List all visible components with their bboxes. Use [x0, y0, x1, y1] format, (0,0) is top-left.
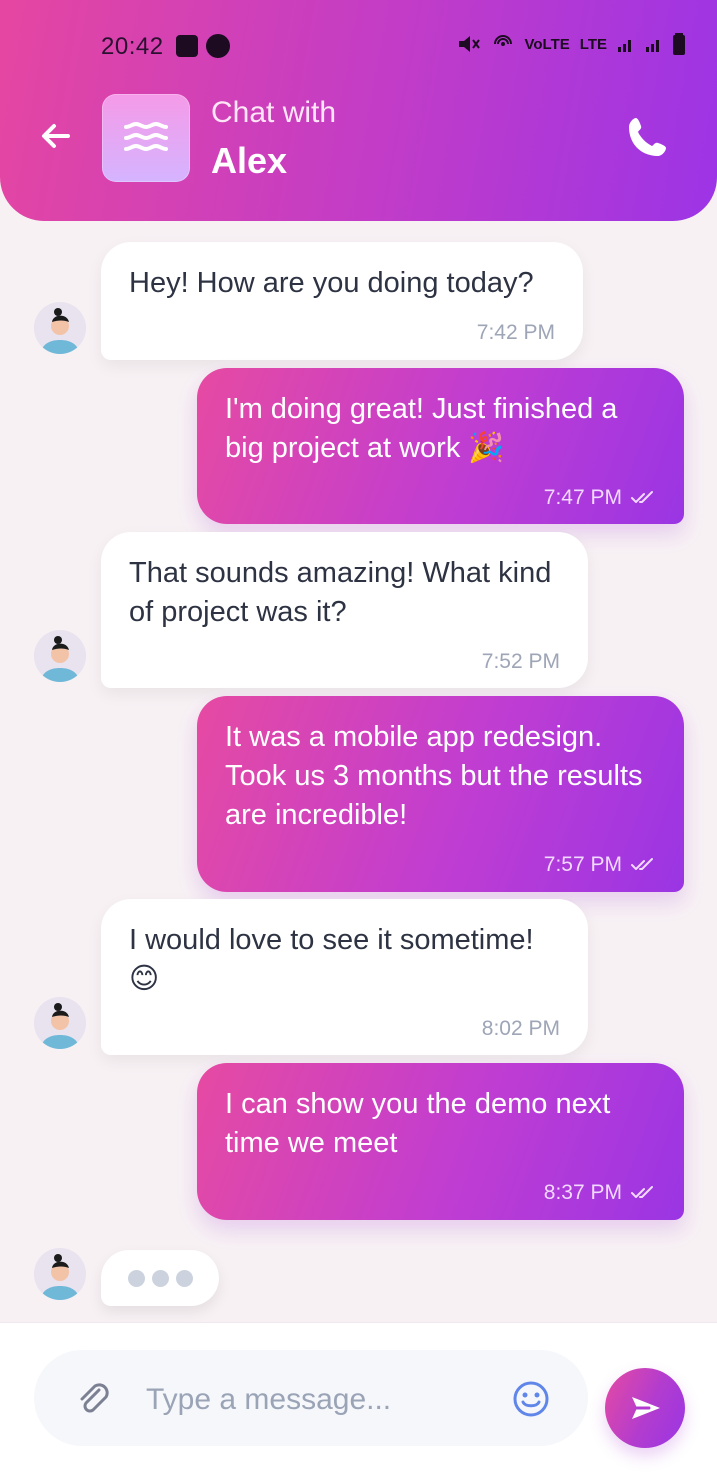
- chat-screen: 20:42 VoLTE LTE Chat with Alex Hey! How …: [0, 0, 717, 1472]
- status-icons-right: VoLTE LTE: [457, 33, 685, 55]
- typing-dot: [175, 1269, 193, 1287]
- paperclip-icon: [80, 1383, 109, 1413]
- signal-bars-icon: [618, 40, 631, 52]
- message-bubble-incoming: That sounds amazing! What kind of projec…: [101, 532, 588, 688]
- battery-icon: [673, 33, 685, 55]
- send-button[interactable]: [605, 1368, 685, 1448]
- chat-header: 20:42 VoLTE LTE Chat with Alex: [0, 0, 717, 221]
- message-time: 7:52 PM: [481, 650, 560, 673]
- typing-dot: [151, 1269, 169, 1287]
- message-bubble-outgoing: I'm doing great! Just finished a big pro…: [197, 368, 684, 524]
- message-time-row: 8:37 PM: [225, 1181, 656, 1205]
- lte-label: LTE: [579, 35, 607, 53]
- message-time: 8:02 PM: [481, 1017, 560, 1040]
- back-button[interactable]: [36, 116, 76, 156]
- send-icon: [632, 1397, 660, 1419]
- message-time: 7:57 PM: [543, 853, 622, 876]
- signal-bars-icon-2: [646, 40, 659, 52]
- double-check-icon: [631, 1186, 653, 1198]
- message-bubble-incoming: Hey! How are you doing today? 7:42 PM: [101, 242, 583, 360]
- message-time: 7:47 PM: [543, 486, 622, 509]
- message-time-row: 7:57 PM: [225, 853, 656, 877]
- message-text: Hey! How are you doing today?: [129, 267, 534, 299]
- smiley-icon: [513, 1381, 549, 1417]
- message-bubble-outgoing: I can show you the demo next time we mee…: [197, 1063, 684, 1220]
- message-text: I would love to see it sometime! 😊: [129, 924, 534, 995]
- phone-icon: [629, 118, 666, 156]
- message-text: It was a mobile app redesign. Took us 3 …: [225, 721, 643, 831]
- chat-subtitle: Chat with: [211, 96, 337, 129]
- contact-avatar: [34, 630, 86, 682]
- message-text: I'm doing great! Just finished a big pro…: [225, 393, 618, 464]
- message-input[interactable]: [144, 1378, 484, 1422]
- avatar-person-icon: [34, 1248, 86, 1300]
- avatar-person-icon: [34, 630, 86, 682]
- message-bubble-outgoing: It was a mobile app redesign. Took us 3 …: [197, 696, 684, 892]
- double-check-icon: [631, 858, 653, 870]
- avatar-person-icon: [34, 302, 86, 354]
- message-text: That sounds amazing! What kind of projec…: [129, 557, 552, 628]
- typing-indicator: [101, 1250, 219, 1306]
- contact-logo: [102, 94, 190, 182]
- message-bubble-incoming: I would love to see it sometime! 😊 8:02 …: [101, 899, 588, 1055]
- emoji-button[interactable]: [510, 1378, 552, 1420]
- status-icons-left: [176, 34, 230, 58]
- contact-avatar: [34, 997, 86, 1049]
- call-button[interactable]: [620, 111, 674, 165]
- message-time-row: 7:47 PM: [225, 486, 656, 510]
- hotspot-icon: [493, 35, 512, 46]
- typing-dot: [127, 1269, 145, 1287]
- message-time: 7:42 PM: [476, 321, 555, 344]
- status-time: 20:42: [101, 33, 164, 60]
- volte-label: VoLTE: [524, 35, 570, 53]
- attach-button[interactable]: [72, 1378, 112, 1418]
- mute-icon: [458, 36, 480, 52]
- avatar-person-icon: [34, 997, 86, 1049]
- double-check-icon: [631, 491, 653, 503]
- waves-icon: [124, 121, 168, 152]
- contact-avatar: [34, 302, 86, 354]
- message-text: I can show you the demo next time we mee…: [225, 1088, 611, 1159]
- message-time: 8:37 PM: [543, 1181, 622, 1204]
- image-icon: [176, 35, 198, 57]
- contact-avatar: [34, 1248, 86, 1300]
- contact-name: Alex: [211, 140, 288, 181]
- app-badge-icon: [206, 34, 230, 58]
- arrow-left-icon: [42, 124, 70, 148]
